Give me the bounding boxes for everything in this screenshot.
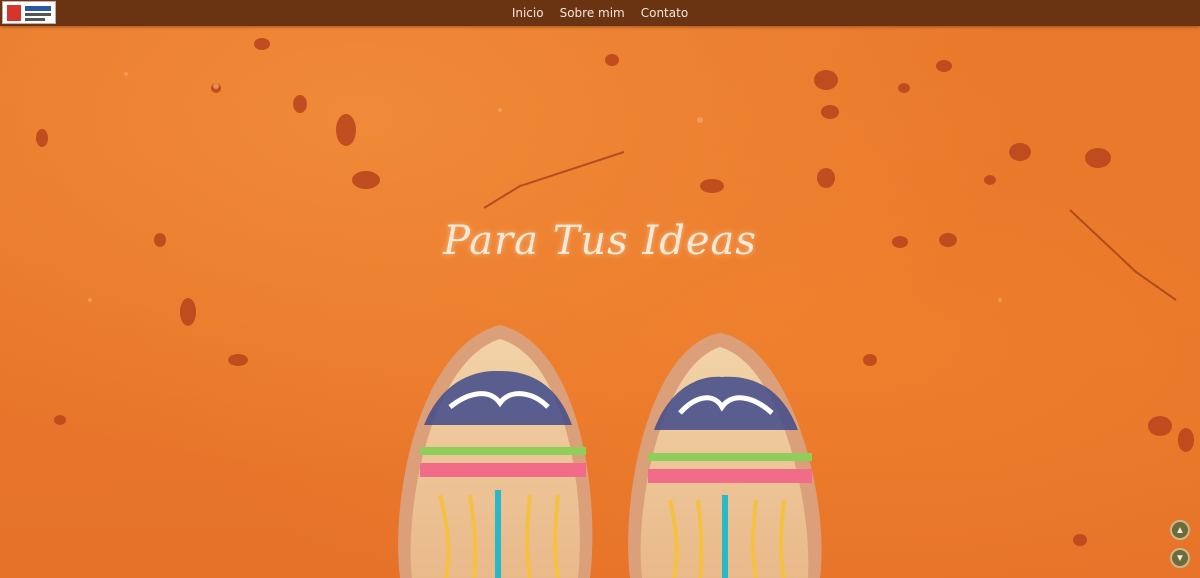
chevron-down-icon: ▼ [1175,552,1185,564]
scroll-up-button[interactable]: ▲ [1170,520,1190,540]
nav-item-contact[interactable]: Contato [641,6,688,20]
hero-title: Para Tus Ideas [443,218,757,264]
nav-item-home[interactable]: Inicio [512,6,544,20]
chevron-up-icon: ▲ [1175,524,1185,536]
nav-item-about[interactable]: Sobre mim [560,6,625,20]
scroll-down-button[interactable]: ▼ [1170,548,1190,568]
shoes-photo [398,325,822,578]
top-navigation-bar: Inicio Sobre mim Contato [0,0,1200,26]
hero-background [0,0,1200,578]
main-nav: Inicio Sobre mim Contato [0,0,1200,26]
